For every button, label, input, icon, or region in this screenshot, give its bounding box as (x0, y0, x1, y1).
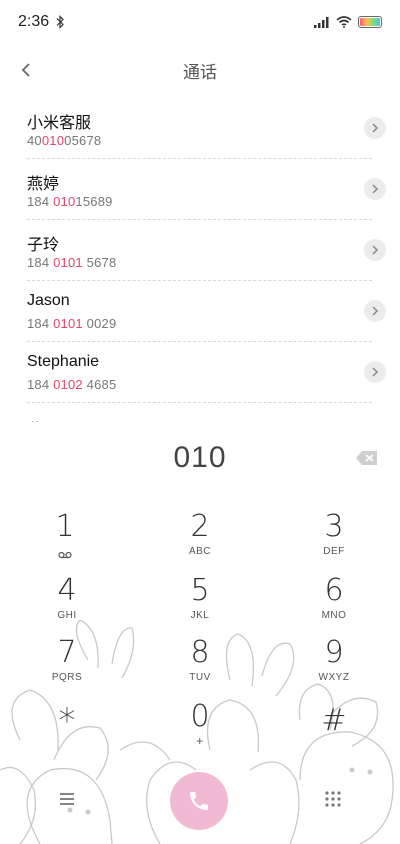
key-digit: # (321, 703, 347, 738)
key-8[interactable]: 8 TUV (150, 636, 250, 698)
battery-icon (358, 16, 382, 28)
key-letters: TUV (189, 672, 211, 683)
chevron-right-icon (372, 306, 379, 316)
dialpad-icon (325, 791, 341, 807)
key-9[interactable]: 9 WXYZ (284, 636, 384, 698)
dialpad-toggle-button[interactable] (324, 790, 342, 808)
status-icons (314, 16, 382, 28)
key-digit: 7 (57, 635, 77, 670)
backspace-icon (356, 451, 377, 465)
key-7[interactable]: 7 PQRS (17, 636, 117, 698)
key-digit: 6 (324, 573, 344, 608)
key-letters: GHI (57, 610, 77, 621)
header: 通话 (0, 48, 400, 92)
contact-number: 184 0101 0029 (27, 316, 117, 331)
key-2[interactable]: 2 ABC (150, 510, 250, 572)
key-letters: WXYZ (318, 672, 350, 683)
chevron-left-icon (21, 63, 30, 77)
key-hash[interactable]: # (284, 704, 384, 766)
contact-detail-button[interactable] (364, 178, 386, 200)
dialed-number: 010 (173, 441, 227, 474)
key-digit: 5 (190, 573, 210, 608)
bottom-bar (0, 770, 400, 830)
dialpad: 1 2 ABC 3 DEF 4 GHI 5 JKL 6 MNO 7 PQRS 8… (0, 504, 400, 764)
key-digit: * (58, 701, 76, 741)
contact-number: 4001005678 (27, 133, 102, 148)
chevron-right-icon (372, 123, 379, 133)
contact-number: 184 0102 4685 (27, 377, 117, 392)
contact-list: 小米客服 4001005678 燕婷 184 01015689 子玲 184 0… (0, 98, 400, 422)
status-bar: 2:36 (0, 0, 400, 44)
key-letters: MNO (321, 610, 347, 621)
chevron-right-icon (372, 184, 379, 194)
contact-detail-button[interactable] (364, 239, 386, 261)
contact-row[interactable]: Stephanie 184 0102 4685 (27, 342, 386, 403)
phone-icon (190, 792, 208, 810)
contact-number: 184 01015689 (27, 194, 113, 209)
back-button[interactable] (12, 56, 40, 84)
key-letters: DEF (323, 546, 345, 557)
key-letters: ABC (188, 546, 212, 557)
signal-icon (314, 17, 329, 28)
battery-level (360, 18, 380, 26)
chevron-right-icon (372, 367, 379, 377)
key-5[interactable]: 5 JKL (150, 574, 250, 636)
key-star[interactable]: * (17, 704, 117, 766)
key-1[interactable]: 1 (15, 510, 115, 572)
voicemail-icon (58, 551, 72, 559)
contact-name-partial[interactable]: 燕丽 (27, 416, 59, 422)
backspace-button[interactable] (354, 446, 380, 470)
contact-row[interactable]: 小米客服 4001005678 (27, 98, 386, 159)
contact-row[interactable]: Jason 184 0101 0029 (27, 281, 386, 342)
key-letters: JKL (190, 610, 210, 621)
page-title: 通话 (183, 62, 217, 83)
key-4[interactable]: 4 GHI (17, 574, 117, 636)
contact-name: Jason (27, 292, 70, 309)
contact-detail-button[interactable] (364, 361, 386, 383)
key-6[interactable]: 6 MNO (284, 574, 384, 636)
key-letters: + (196, 734, 204, 748)
menu-button[interactable] (56, 790, 78, 808)
key-digit: 0 (190, 699, 210, 734)
key-3[interactable]: 3 DEF (284, 510, 384, 572)
contact-detail-button[interactable] (364, 117, 386, 139)
key-digit: 3 (324, 509, 344, 544)
contact-number: 184 0101 5678 (27, 255, 117, 270)
call-button[interactable] (170, 772, 228, 830)
key-digit: 1 (55, 509, 75, 544)
contact-name: 子玲 (27, 237, 60, 254)
contact-row[interactable]: 燕婷 184 01015689 (27, 159, 386, 220)
key-digit: 8 (190, 635, 210, 670)
key-digit: 2 (190, 509, 210, 544)
status-time: 2:36 (18, 13, 50, 30)
wifi-icon (336, 16, 352, 28)
bluetooth-icon (56, 15, 64, 29)
contact-detail-button[interactable] (364, 300, 386, 322)
key-digit: 4 (57, 573, 77, 608)
chevron-right-icon (372, 245, 379, 255)
contact-name: 小米客服 (27, 115, 92, 132)
contact-name: Stephanie (27, 353, 100, 370)
key-letters: PQRS (51, 672, 83, 683)
dial-display: 010 (0, 432, 400, 484)
key-digit: 9 (324, 635, 344, 670)
menu-icon (60, 793, 74, 805)
contact-name: 燕婷 (27, 176, 60, 193)
key-0[interactable]: 0 + (150, 700, 250, 762)
contact-row[interactable]: 子玲 184 0101 5678 (27, 220, 386, 281)
